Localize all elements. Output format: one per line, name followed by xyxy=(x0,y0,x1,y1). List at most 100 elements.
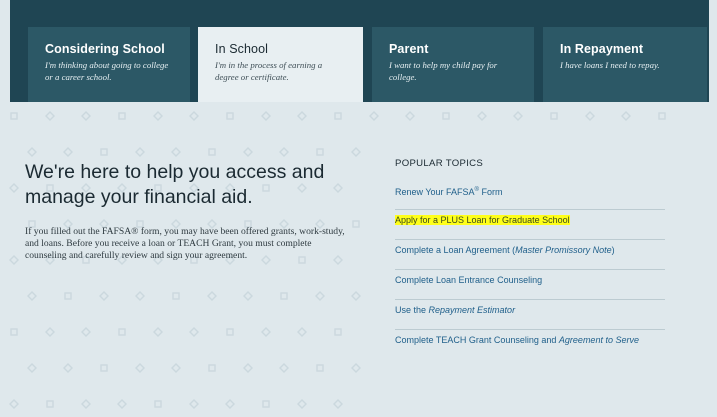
hero-body-text: If you filled out the FAFSA® form, you m… xyxy=(25,226,345,262)
popular-topics: POPULAR TOPICS Renew Your FAFSA® Form Ap… xyxy=(395,158,665,360)
pattern-shape xyxy=(226,328,234,336)
topic-link-repayment-estimator[interactable]: Use the Repayment Estimator xyxy=(395,300,665,330)
pattern-shape xyxy=(153,327,163,337)
pattern-shape xyxy=(225,399,235,409)
pattern-shape xyxy=(100,148,108,156)
pattern-shape xyxy=(189,111,199,121)
pattern-shape xyxy=(208,148,216,156)
link-text: Complete TEACH Grant Counseling and xyxy=(395,335,559,345)
pattern-shape xyxy=(280,292,288,300)
pattern-shape xyxy=(226,112,234,120)
pattern-shape xyxy=(10,112,18,120)
pattern-shape xyxy=(154,400,162,408)
tab-in-repayment[interactable]: In Repayment I have loans I need to repa… xyxy=(543,27,707,102)
popular-topics-heading: POPULAR TOPICS xyxy=(395,158,484,169)
tab-title: In Repayment xyxy=(560,42,644,56)
pattern-shape xyxy=(153,111,163,121)
pattern-shape xyxy=(297,327,307,337)
pattern-shape xyxy=(81,327,91,337)
pattern-shape xyxy=(262,400,270,408)
pattern-shape xyxy=(352,220,360,228)
topic-link-entrance-counseling[interactable]: Complete Loan Entrance Counseling xyxy=(395,270,665,300)
link-text: ) xyxy=(611,245,615,255)
pattern-shape xyxy=(63,147,73,157)
tab-description: I want to help my child pay for college. xyxy=(389,60,498,82)
link-emphasis: Agreement to Serve xyxy=(558,335,639,345)
pattern-shape xyxy=(442,112,450,120)
pattern-shape xyxy=(10,328,18,336)
pattern-shape xyxy=(297,111,307,121)
pattern-shape xyxy=(513,111,523,121)
pattern-shape xyxy=(550,112,558,120)
link-emphasis: Master Promissory Note xyxy=(515,245,612,255)
pattern-shape xyxy=(81,111,91,121)
pattern-shape xyxy=(189,399,199,409)
pattern-shape xyxy=(316,148,324,156)
topic-link-plus-loan[interactable]: Apply for a PLUS Loan for Graduate Schoo… xyxy=(395,210,665,240)
pattern-shape xyxy=(99,291,109,301)
pattern-shape xyxy=(369,111,379,121)
pattern-shape xyxy=(243,363,253,373)
topic-link-loan-agreement[interactable]: Complete a Loan Agreement (Master Promis… xyxy=(395,240,665,270)
pattern-shape xyxy=(208,364,216,372)
tab-in-school[interactable]: In School I'm in the process of earning … xyxy=(198,27,363,102)
link-text: Complete Loan Entrance Counseling xyxy=(395,275,543,285)
pattern-shape xyxy=(100,364,108,372)
pattern-shape xyxy=(243,291,253,301)
link-text: Use the xyxy=(395,305,429,315)
pattern-shape xyxy=(189,327,199,337)
pattern-shape xyxy=(9,399,19,409)
pattern-shape xyxy=(261,111,271,121)
pattern-shape xyxy=(621,111,631,121)
pattern-shape xyxy=(207,291,217,301)
pattern-shape xyxy=(64,292,72,300)
tab-title: Considering School xyxy=(45,42,165,56)
pattern-shape xyxy=(297,399,307,409)
topic-link-renew-fafsa[interactable]: Renew Your FAFSA® Form xyxy=(395,180,665,210)
pattern-shape xyxy=(279,147,289,157)
pattern-shape xyxy=(9,183,19,193)
pattern-shape xyxy=(585,111,595,121)
topic-link-teach-counseling[interactable]: Complete TEACH Grant Counseling and Agre… xyxy=(395,330,665,360)
pattern-shape xyxy=(27,291,37,301)
band-edge-left xyxy=(0,0,10,102)
pattern-shape xyxy=(316,364,324,372)
hero-heading: We're here to help you access and manage… xyxy=(25,161,325,208)
tab-description: I'm thinking about going to college or a… xyxy=(45,60,169,82)
pattern-shape xyxy=(135,363,145,373)
pattern-shape xyxy=(351,291,361,301)
pattern-shape xyxy=(9,255,19,265)
pattern-shape xyxy=(135,147,145,157)
pattern-shape xyxy=(172,292,180,300)
pattern-shape xyxy=(351,147,361,157)
band-edge-right xyxy=(709,0,717,102)
pattern-shape xyxy=(45,111,55,121)
link-text: Complete a Loan Agreement ( xyxy=(395,245,516,255)
pattern-shape xyxy=(351,363,361,373)
pattern-shape xyxy=(334,328,342,336)
link-text: Apply for a PLUS Loan for Graduate Schoo… xyxy=(395,215,570,225)
pattern-shape xyxy=(135,291,145,301)
pattern-shape xyxy=(45,327,55,337)
link-emphasis: Repayment Estimator xyxy=(428,305,516,315)
tab-title: In School xyxy=(215,42,269,56)
link-text: Renew Your FAFSA xyxy=(395,187,475,197)
link-text: Form xyxy=(478,187,503,197)
tab-description: I have loans I need to repay. xyxy=(560,60,660,70)
pattern-shape xyxy=(477,111,487,121)
pattern-shape xyxy=(315,291,325,301)
pattern-shape xyxy=(117,399,127,409)
pattern-shape xyxy=(63,363,73,373)
pattern-shape xyxy=(334,112,342,120)
tab-parent[interactable]: Parent I want to help my child pay for c… xyxy=(372,27,534,102)
tab-considering-school[interactable]: Considering School I'm thinking about go… xyxy=(28,27,190,102)
pattern-shape xyxy=(171,363,181,373)
pattern-shape xyxy=(261,327,271,337)
pattern-shape xyxy=(81,399,91,409)
pattern-shape xyxy=(171,147,181,157)
pattern-shape xyxy=(118,328,126,336)
pattern-shape xyxy=(658,112,666,120)
pattern-shape xyxy=(333,399,343,409)
pattern-shape xyxy=(405,111,415,121)
tab-description: I'm in the process of earning a degree o… xyxy=(215,60,323,82)
